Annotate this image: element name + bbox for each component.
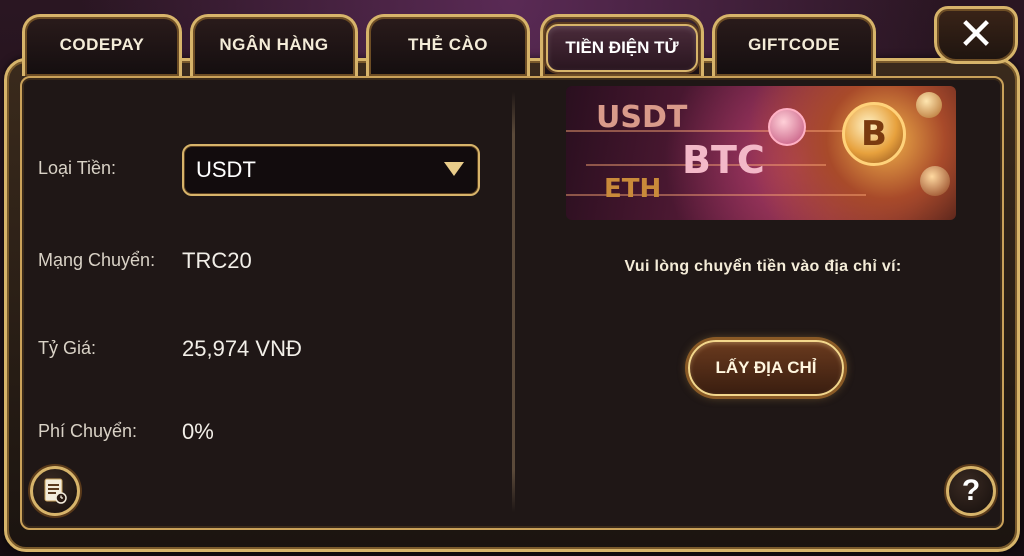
currency-label: Loại Tiền: [38, 158, 117, 178]
tab-codepay[interactable]: CODEPAY [22, 14, 182, 76]
tab-label: TIỀN ĐIỆN TỬ [565, 38, 679, 57]
deposit-notice: Vui lòng chuyển tiền vào địa chỉ ví: [624, 258, 902, 275]
tab-label: GIFTCODE [748, 35, 840, 54]
history-icon [44, 478, 67, 504]
small-coin-icon [916, 92, 942, 118]
coin-symbol: B [861, 114, 887, 154]
ripple-coin-icon [768, 108, 806, 146]
help-icon: ? [961, 474, 981, 507]
fee-label: Phí Chuyển: [38, 421, 138, 441]
close-icon: ✕ [957, 10, 995, 59]
currency-select-value: USDT [196, 157, 256, 182]
tab-label: NGÂN HÀNG [219, 35, 329, 54]
chevron-down-icon [444, 162, 464, 176]
banner-btc: BTC [682, 138, 765, 182]
help-button[interactable]: ? [946, 466, 996, 516]
banner-usdt: USDT [596, 100, 688, 135]
small-coin-icon [920, 166, 950, 196]
currency-select[interactable]: USDT [182, 144, 480, 196]
crypto-banner: USDT BTC ETH B [566, 86, 956, 220]
tab-giftcode[interactable]: GIFTCODE [712, 14, 876, 76]
bitcoin-coin-icon: B [842, 102, 906, 166]
tab-label: THẺ CÀO [408, 35, 488, 54]
panel-divider [512, 92, 515, 512]
rate-label: Tỷ Giá: [38, 338, 97, 358]
banner-eth: ETH [604, 174, 662, 204]
close-button[interactable]: ✕ [934, 6, 1018, 64]
tab-crypto-active[interactable]: TIỀN ĐIỆN TỬ [546, 24, 698, 72]
fee-value: 0% [182, 419, 214, 444]
tab-label: CODEPAY [59, 35, 145, 54]
tab-card[interactable]: THẺ CÀO [366, 14, 530, 76]
network-value: TRC20 [182, 248, 252, 273]
network-label: Mạng Chuyển: [38, 250, 156, 270]
tab-bank[interactable]: NGÂN HÀNG [190, 14, 358, 76]
history-button[interactable] [30, 466, 80, 516]
rate-value: 25,974 VNĐ [182, 336, 302, 361]
get-address-label: LẤY ĐỊA CHỈ [715, 358, 817, 377]
get-address-button[interactable]: LẤY ĐỊA CHỈ [688, 340, 844, 396]
